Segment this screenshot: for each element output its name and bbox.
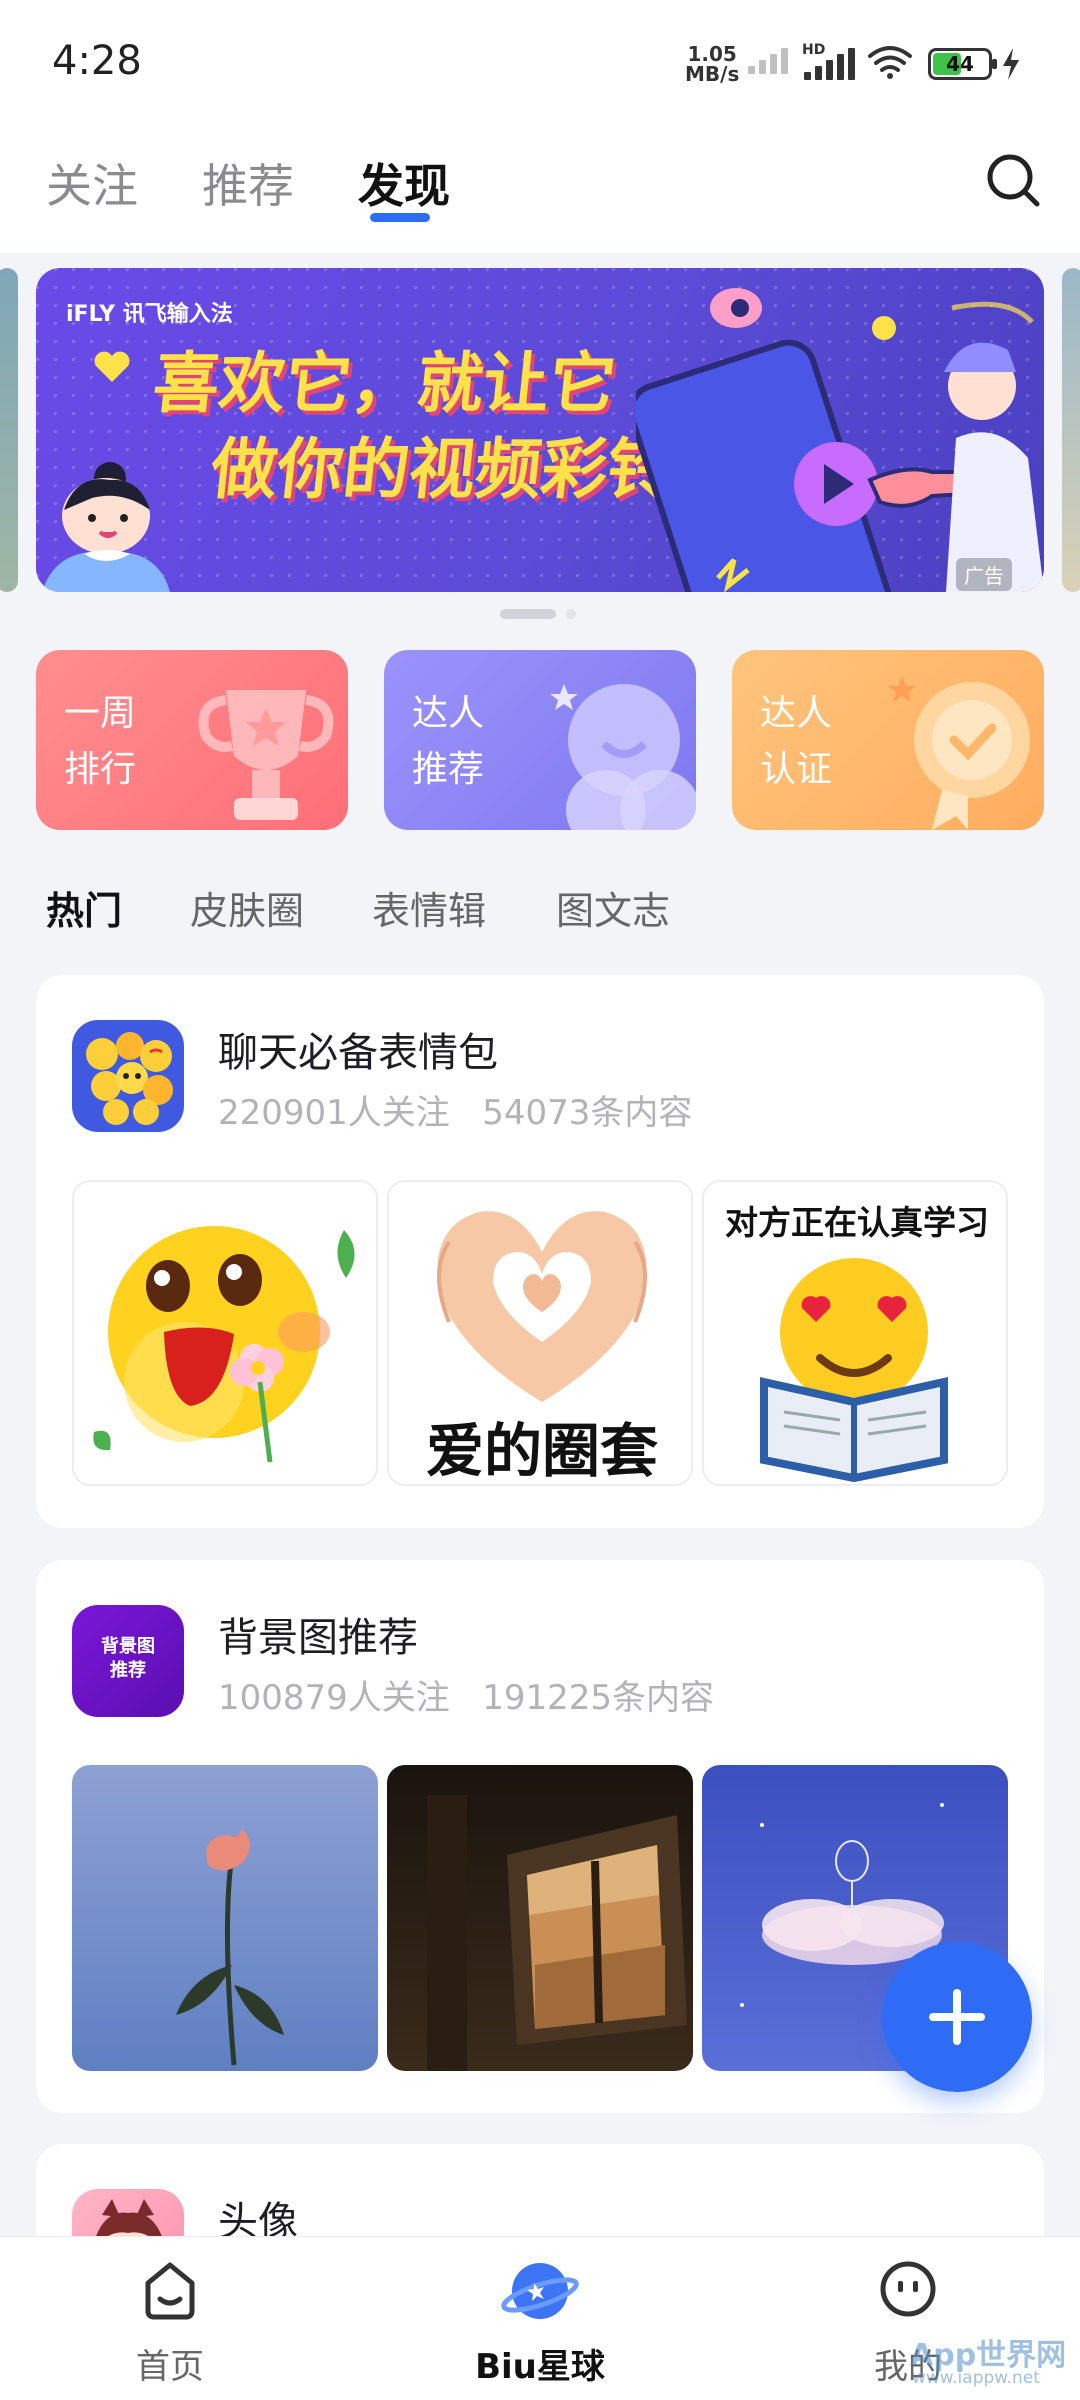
expert-recommend-label: 达人 推荐 — [412, 693, 485, 790]
heart-eyes-emoji-illustration — [760, 1258, 948, 1483]
section-title-emoji: 聊天必备表情包 — [218, 1030, 498, 1076]
thumb-window-photo[interactable] — [387, 1765, 693, 2071]
category-tab-skin[interactable]: 皮肤圈 — [190, 880, 304, 935]
banner-line1: 喜欢它，就让它 — [149, 345, 620, 422]
net-rate: 1.05 MB/s — [685, 44, 739, 84]
banner-line2: 做你的视频彩铃 — [207, 431, 678, 508]
nav-biu-planet-label: Biu星球 — [475, 2347, 605, 2387]
net-rate-value: 1.05 — [687, 42, 737, 66]
thumb-flower-photo[interactable] — [72, 1765, 378, 2071]
planet-icon — [501, 2263, 579, 2319]
window-photo-illustration — [427, 1795, 687, 2071]
banner-heart-icon — [94, 351, 130, 382]
emoji-collage-icon — [86, 1032, 173, 1125]
category-tab-hot[interactable]: 热门 — [46, 880, 122, 935]
active-tab-indicator — [370, 213, 430, 222]
battery-icon: 44 — [928, 48, 997, 80]
tab-follow[interactable]: 关注 — [46, 150, 138, 216]
expert-recommend-card[interactable]: 达人 推荐 — [384, 650, 696, 830]
charging-icon — [1003, 48, 1019, 80]
flower-photo-illustration — [176, 1829, 284, 2066]
contents-count: 54073条内容 — [482, 1093, 693, 1133]
expert-recommend-icon — [550, 684, 696, 830]
weekly-ranking-card[interactable]: 一周 排行 — [36, 650, 348, 830]
banner-phone-illustration — [636, 288, 1044, 592]
thumb-caption-studying: 对方正在认真学习 — [725, 1203, 989, 1242]
ad-label: 广告 — [956, 558, 1012, 591]
happy-emoji-illustration — [93, 1226, 355, 1463]
search-icon[interactable] — [984, 151, 1042, 209]
expert-verify-card[interactable]: 达人 认证 — [732, 650, 1044, 830]
signal-sim2-icon — [804, 48, 855, 80]
net-rate-unit: MB/s — [685, 62, 740, 86]
banner-girl-illustration — [42, 462, 170, 592]
section-avatar-wallpaper: 背景图 推荐 — [72, 1605, 184, 1717]
contents-count: 191225条内容 — [482, 1678, 715, 1718]
banner-prev-peek[interactable] — [0, 268, 18, 592]
status-bar: 4:28 1.05 MB/s HD 44 — [0, 0, 1080, 125]
tab-recommend[interactable]: 推荐 — [202, 150, 294, 216]
status-time: 4:28 — [52, 38, 142, 84]
signal-sim1-icon — [748, 48, 788, 74]
carousel-dot-active — [500, 609, 556, 619]
expert-verify-label: 达人 认证 — [760, 693, 833, 790]
banner-next-peek[interactable] — [1062, 268, 1080, 592]
banner-brand: iFLY 讯飞输入法 — [66, 302, 233, 327]
watermark-url: www.iappw.net — [912, 2368, 1040, 2388]
app-root: 4:28 1.05 MB/s HD 44 关注 推荐 发现 iFLY 讯飞输入法… — [0, 0, 1080, 2400]
wifi-icon — [868, 46, 912, 79]
nav-home[interactable]: 首页 — [70, 2237, 270, 2400]
thumb-happy-emoji[interactable] — [72, 1180, 378, 1486]
section-meta-emoji: 220901人关注 54073条内容 — [218, 1085, 692, 1134]
ad-banner[interactable]: iFLY 讯飞输入法 喜欢它，就让它 做你的视频彩铃 广告 — [36, 268, 1044, 592]
section-card-emoji-pack[interactable]: 聊天必备表情包 220901人关注 54073条内容 爱的圈套 对方正在认真学习 — [36, 975, 1044, 1528]
carousel-dot — [566, 609, 576, 619]
thumb-heart-hands[interactable]: 爱的圈套 — [387, 1180, 693, 1486]
profile-icon — [880, 2261, 936, 2317]
category-tab-photo-mag[interactable]: 图文志 — [556, 880, 670, 935]
badge-icon — [888, 676, 1030, 830]
weekly-ranking-label: 一周 排行 — [64, 693, 137, 790]
section-meta-wallpaper: 100879人关注 191225条内容 — [218, 1670, 714, 1719]
thumb-studying-emoji[interactable]: 对方正在认真学习 — [702, 1180, 1008, 1486]
section-avatar-text: 背景图 推荐 — [101, 1636, 155, 1681]
tab-discover[interactable]: 发现 — [358, 150, 450, 216]
thumb-caption-love-trap: 爱的圈套 — [425, 1417, 658, 1485]
followers-count: 100879人关注 — [218, 1678, 450, 1718]
followers-count: 220901人关注 — [218, 1093, 450, 1133]
create-post-button[interactable] — [882, 1942, 1032, 2092]
home-icon — [145, 2262, 195, 2320]
section-title-wallpaper: 背景图推荐 — [218, 1615, 418, 1661]
category-tab-emoji[interactable]: 表情辑 — [372, 880, 486, 935]
trophy-icon — [198, 690, 334, 820]
battery-level: 44 — [946, 52, 974, 76]
nav-biu-planet[interactable]: Biu星球 — [440, 2237, 640, 2400]
plus-icon — [929, 1989, 985, 2045]
top-nav: 关注 推荐 发现 — [0, 125, 1080, 253]
section-avatar-emoji — [72, 1020, 184, 1132]
nav-home-label: 首页 — [136, 2347, 204, 2387]
